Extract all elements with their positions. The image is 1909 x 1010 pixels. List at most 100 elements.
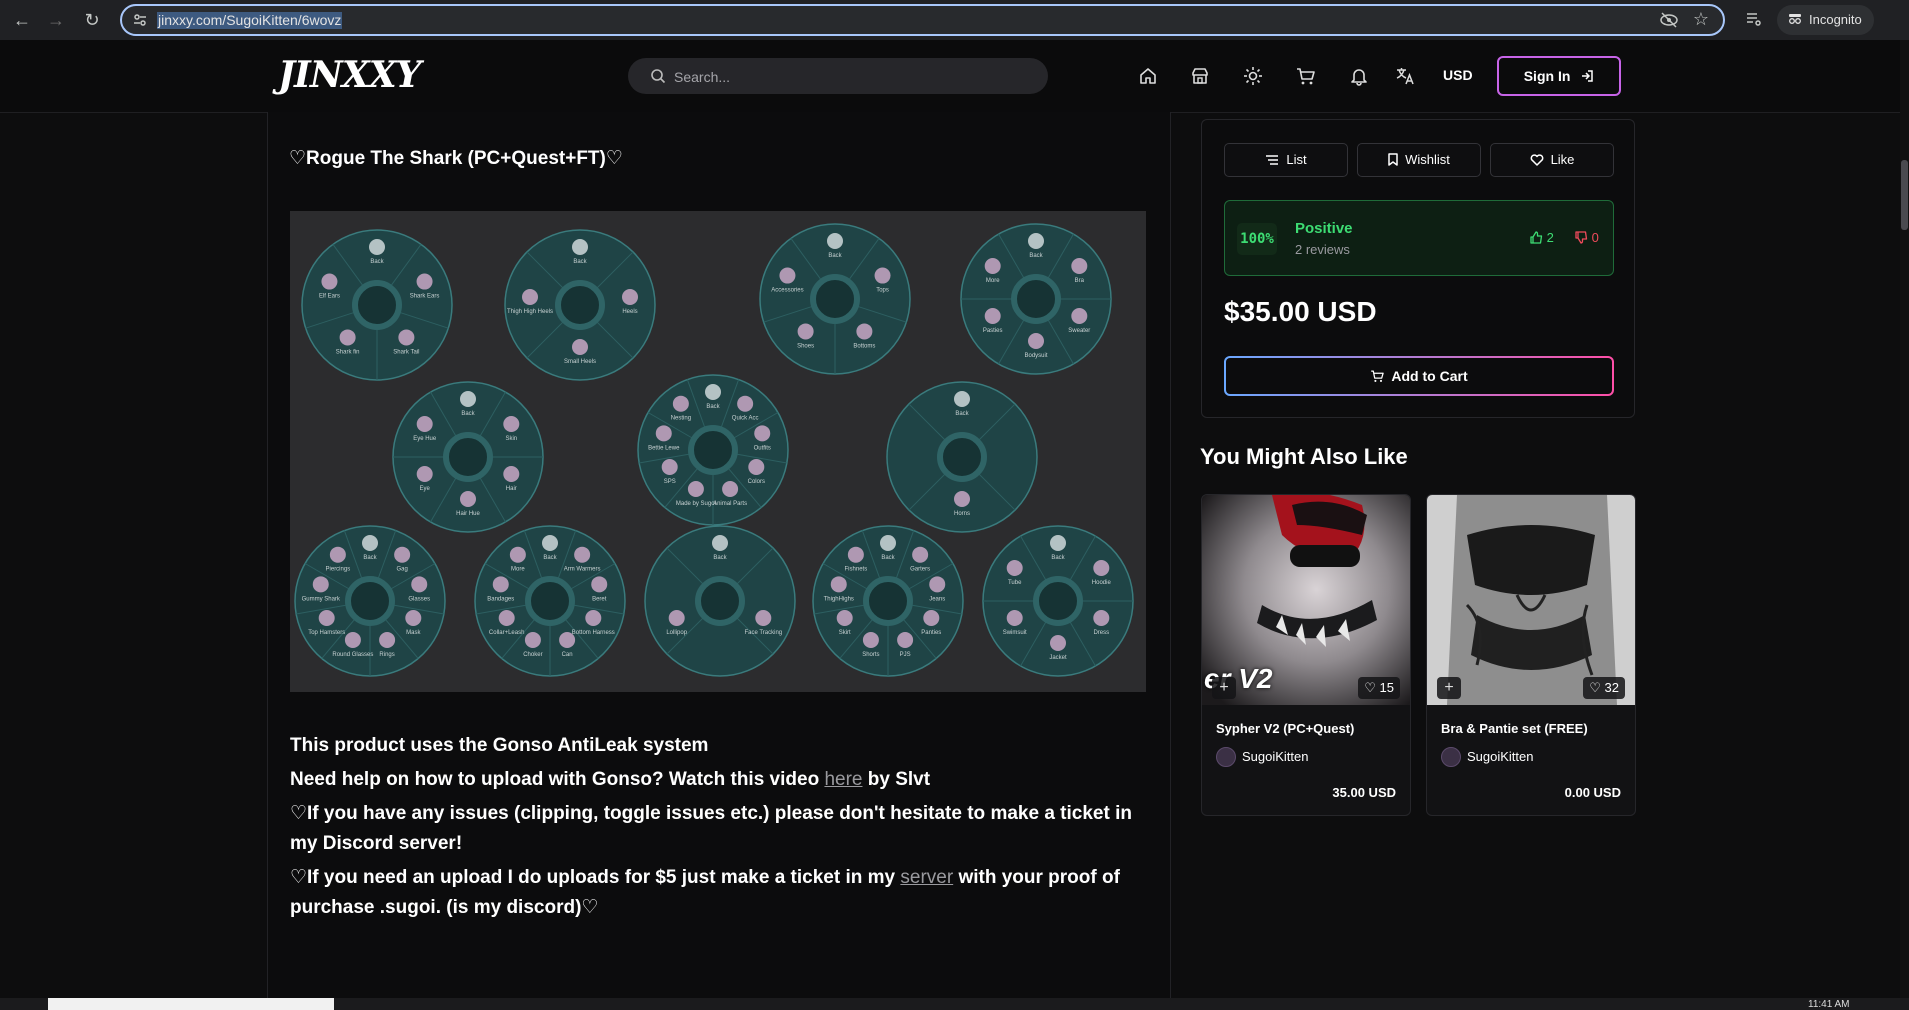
- menu-item-icon: [503, 416, 520, 432]
- site-header: JINXXY USD Sign In: [0, 40, 1900, 113]
- url-text[interactable]: jinxxy.com/SugoiKitten/6wovz: [157, 12, 343, 29]
- menu-wheel-label: Back: [370, 259, 384, 265]
- menu-wheel-label: Piercings: [326, 567, 351, 573]
- add-to-cart-button[interactable]: Add to Cart: [1224, 356, 1614, 396]
- menu-wheel: Back Shark Ears Shark Tail Shark fin Elf Ear…: [301, 229, 453, 381]
- recommendation-thumbnail[interactable]: + ♡ 32: [1427, 495, 1635, 705]
- cart-icon[interactable]: [1296, 66, 1316, 86]
- menu-wheel-label: Tops: [876, 288, 889, 294]
- menu-item-icon: [847, 546, 864, 563]
- menu-wheel-label: Small Heels: [564, 359, 596, 365]
- product-description: This product uses the Gonso AntiLeak sys…: [290, 731, 1150, 927]
- site-logo[interactable]: JINXXY: [278, 54, 421, 96]
- thumbs-up-count: 2: [1530, 230, 1554, 245]
- menu-wheel: Back Tops Bottoms Shoes Accessories: [759, 223, 911, 375]
- menu-item-icon: [498, 610, 515, 626]
- wishlist-button[interactable]: Wishlist: [1357, 143, 1481, 177]
- menu-wheel-label: Bottom Harness: [572, 630, 615, 636]
- recommendation-price: 35.00 USD: [1332, 785, 1396, 800]
- menu-wheel-label: Shoes: [797, 343, 814, 349]
- menu-item-icon: [1028, 333, 1044, 349]
- menu-wheel: Back Skin Hair Hair Hue Eye Eye Hue: [392, 381, 544, 533]
- menu-wheel-label: Glasses: [408, 596, 430, 602]
- video-link[interactable]: here: [824, 769, 862, 790]
- menu-item-icon: [559, 631, 576, 648]
- notifications-bell-icon[interactable]: [1349, 66, 1369, 86]
- taskbar-search[interactable]: [48, 998, 334, 1010]
- product-image[interactable]: Back Shark Ears Shark Tail Shark fin Elf Ear…: [290, 211, 1146, 692]
- menu-item-icon: [672, 395, 689, 412]
- scrollbar-thumb[interactable]: [1901, 160, 1908, 230]
- add-to-list-button[interactable]: List: [1224, 143, 1348, 177]
- media-controls-icon[interactable]: [1745, 10, 1763, 28]
- currency-selector[interactable]: USD: [1443, 67, 1473, 83]
- sign-in-button[interactable]: Sign In: [1497, 56, 1621, 96]
- bookmark-star-icon[interactable]: ☆: [1693, 9, 1709, 30]
- menu-wheel-label: Back: [573, 259, 587, 265]
- like-label: Like: [1550, 152, 1575, 167]
- like-count: 15: [1379, 680, 1394, 695]
- list-label: List: [1286, 152, 1307, 167]
- recommendation-name[interactable]: Sypher V2 (PC+Quest): [1216, 721, 1354, 736]
- search-input[interactable]: [672, 58, 1036, 96]
- description-text: by Slvt: [862, 769, 931, 790]
- description-line: ♡If you have any issues (clipping, toggl…: [290, 803, 1132, 854]
- search-bar[interactable]: [628, 58, 1048, 96]
- site-settings-icon[interactable]: [132, 12, 148, 28]
- menu-wheel-label: Jacket: [1049, 655, 1067, 661]
- like-button[interactable]: Like: [1490, 143, 1614, 177]
- heart-icon: [1530, 153, 1543, 166]
- recommendation-card[interactable]: er V2 + ♡ 15 Sypher V2 (PC+Quest) SugoiK…: [1201, 494, 1411, 816]
- menu-wheel-label: Back: [881, 555, 895, 561]
- bookmark-icon: [1388, 153, 1398, 166]
- back-arrow-icon: [1050, 535, 1066, 551]
- author-avatar: [1441, 747, 1461, 767]
- recommendation-thumbnail[interactable]: er V2 + ♡ 15: [1202, 495, 1410, 705]
- home-icon[interactable]: [1138, 66, 1158, 86]
- incognito-icon: [1787, 6, 1803, 36]
- add-to-list-plus-icon[interactable]: +: [1212, 677, 1236, 699]
- address-bar[interactable]: jinxxy.com/SugoiKitten/6wovz ☆: [120, 4, 1725, 36]
- tracking-protection-icon[interactable]: [1659, 11, 1679, 29]
- discord-server-link[interactable]: server: [900, 867, 953, 888]
- menu-wheel-label: Horns: [954, 511, 970, 517]
- store-icon[interactable]: [1190, 66, 1210, 86]
- menu-wheel-label: Outfits: [754, 445, 771, 451]
- recommendation-name[interactable]: Bra & Pantie set (FREE): [1441, 721, 1588, 736]
- recommendation-author[interactable]: SugoiKitten: [1242, 749, 1309, 764]
- menu-wheel-label: Bottoms: [853, 343, 875, 349]
- forward-arrow-icon[interactable]: →: [44, 8, 68, 32]
- menu-item-icon: [830, 576, 847, 593]
- menu-item-icon: [1006, 610, 1023, 626]
- menu-wheel-label: Shark fin: [336, 349, 360, 355]
- menu-wheel-label: Heels: [622, 309, 637, 315]
- menu-item-icon: [655, 425, 672, 442]
- menu-item-icon: [574, 546, 591, 563]
- menu-wheel-label: Back: [713, 555, 727, 561]
- like-count-badge[interactable]: ♡ 15: [1358, 677, 1400, 699]
- menu-wheel-label: Back: [706, 404, 720, 410]
- menu-item-icon: [836, 610, 853, 626]
- recommendation-author[interactable]: SugoiKitten: [1467, 749, 1534, 764]
- menu-wheel: Back Horns: [886, 381, 1038, 533]
- add-to-list-plus-icon[interactable]: +: [1437, 677, 1461, 699]
- menu-wheel-label: Hair: [506, 486, 517, 492]
- menu-item-icon: [585, 610, 602, 626]
- menu-item-icon: [522, 289, 538, 305]
- menu-item-icon: [874, 267, 891, 284]
- menu-item-icon: [737, 395, 754, 412]
- menu-wheel-label: Fishnets: [845, 567, 868, 573]
- menu-wheel-label: Eye Hue: [413, 436, 437, 442]
- like-count-badge[interactable]: ♡ 32: [1583, 677, 1625, 699]
- incognito-badge[interactable]: Incognito: [1777, 5, 1874, 35]
- review-count: 2 reviews: [1295, 242, 1350, 257]
- reload-icon[interactable]: ↻: [80, 8, 104, 32]
- menu-item-icon: [572, 339, 588, 355]
- menu-wheel-label: Thigh High Heels: [507, 309, 553, 315]
- theme-sun-icon[interactable]: [1243, 66, 1263, 86]
- back-arrow-icon[interactable]: ←: [10, 8, 34, 32]
- review-summary[interactable]: 100% Positive 2 reviews 2 0: [1224, 200, 1614, 276]
- language-translate-icon[interactable]: [1395, 66, 1415, 86]
- product-title: ♡Rogue The Shark (PC+Quest+FT)♡: [289, 148, 623, 169]
- recommendation-card[interactable]: + ♡ 32 Bra & Pantie set (FREE) SugoiKitt…: [1426, 494, 1636, 816]
